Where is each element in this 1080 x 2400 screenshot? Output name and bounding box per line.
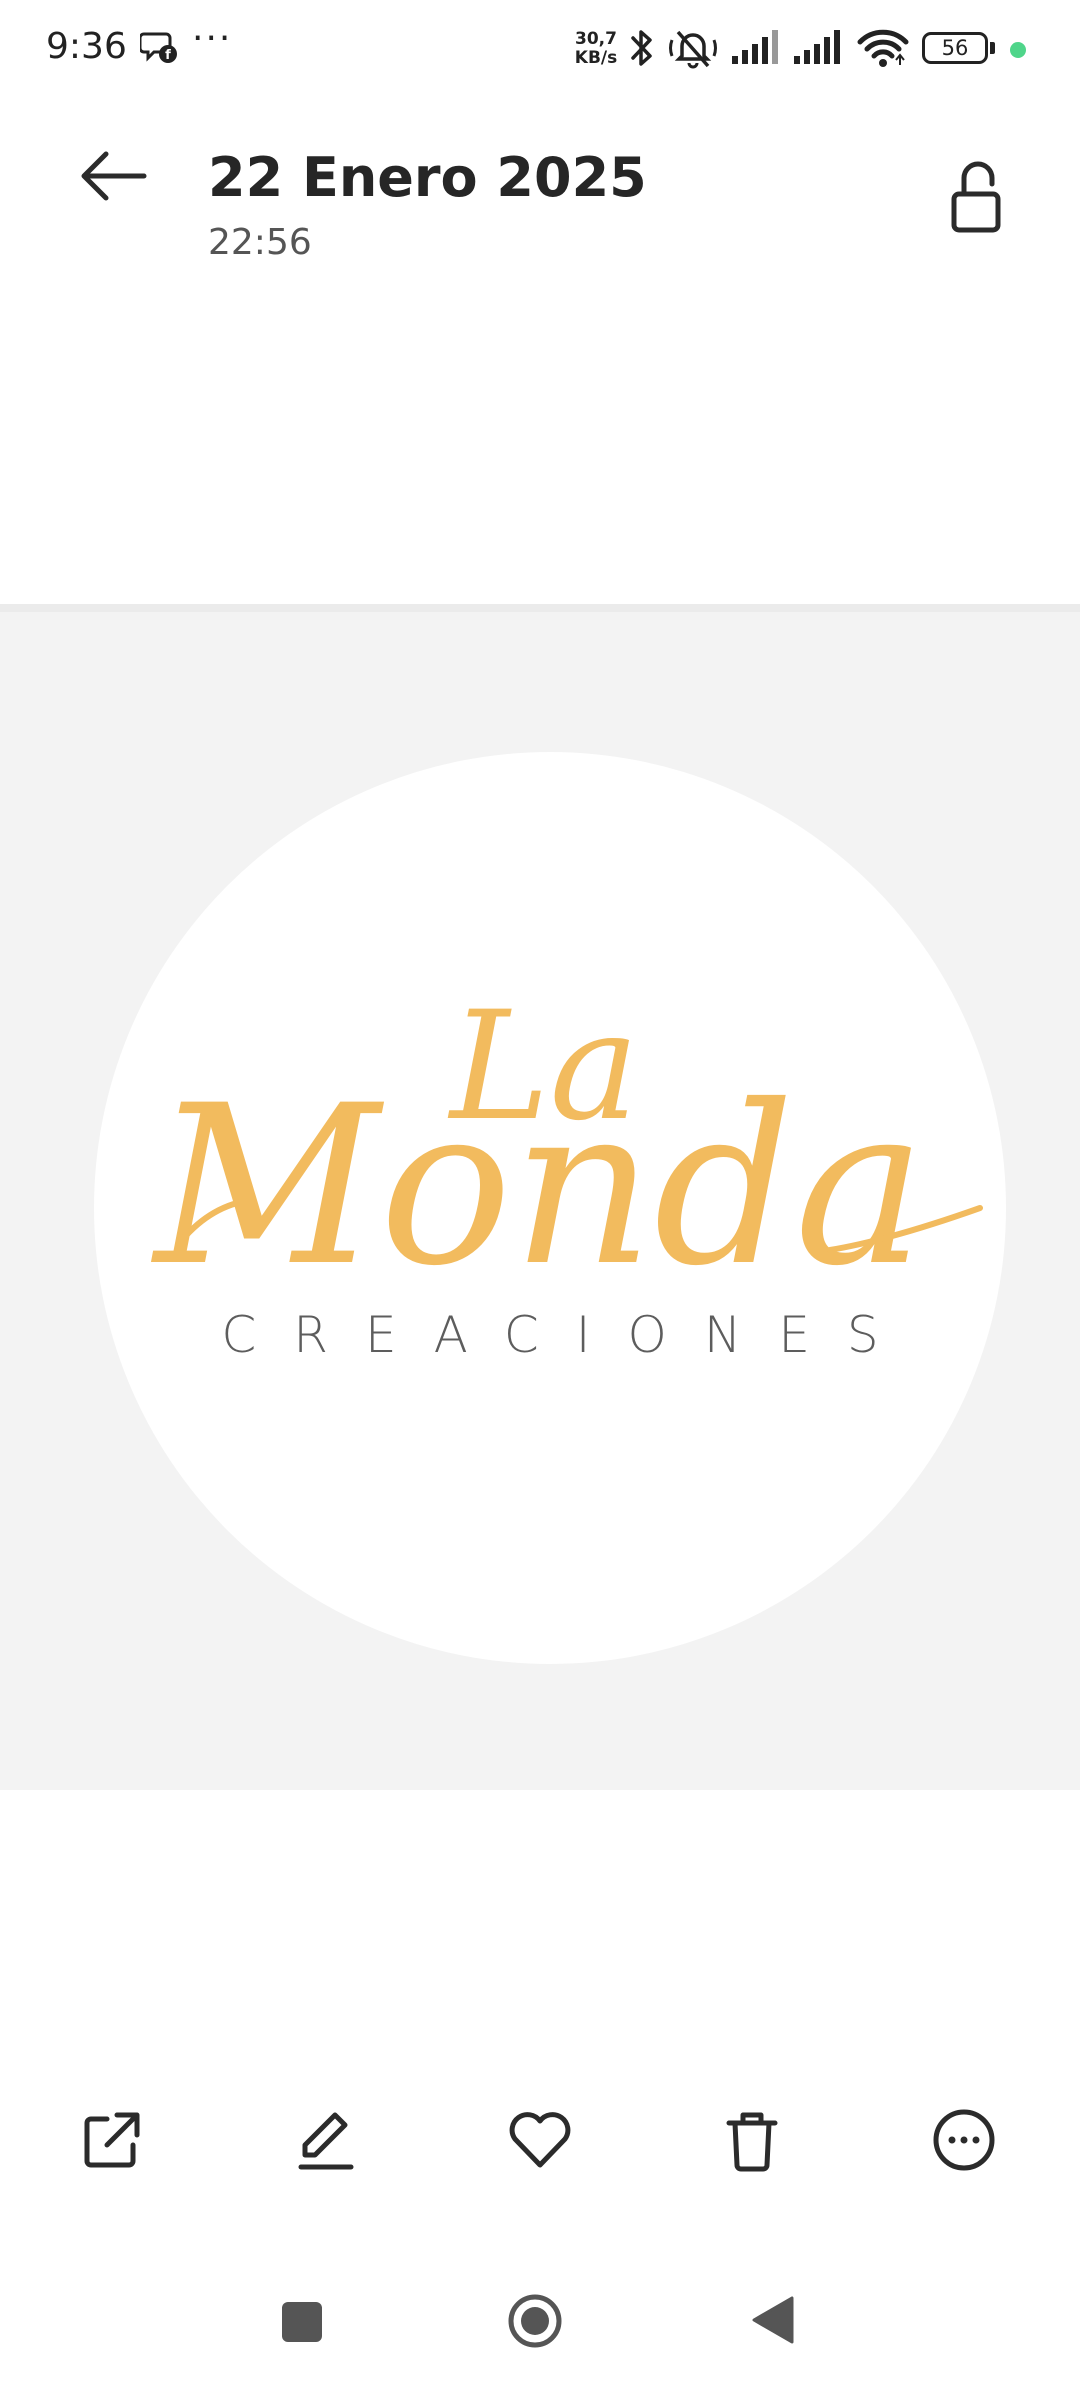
edit-button[interactable] (276, 2090, 376, 2190)
recents-button[interactable] (270, 2290, 330, 2354)
square-icon (282, 2302, 322, 2342)
share-button[interactable] (62, 2090, 162, 2190)
share-icon (84, 2112, 140, 2168)
system-nav-bar (0, 2270, 1080, 2380)
edit-icon (298, 2112, 354, 2170)
logo-subtitle: CREACIONES (221, 1306, 916, 1364)
home-button[interactable] (500, 2290, 570, 2364)
logo-script: La Monda (150, 980, 983, 1314)
delete-button[interactable] (702, 2090, 802, 2190)
more-icon (933, 2109, 995, 2171)
trash-icon (726, 2112, 778, 2172)
more-button[interactable] (914, 2090, 1014, 2190)
triangle-back-icon (752, 2296, 794, 2344)
bottom-toolbar (0, 2090, 1080, 2190)
home-circle-icon (508, 2294, 562, 2348)
nav-back-button[interactable] (744, 2290, 804, 2354)
heart-icon (509, 2112, 571, 2168)
logo-script-main: Monda (150, 1058, 925, 1314)
favorite-button[interactable] (490, 2090, 590, 2190)
